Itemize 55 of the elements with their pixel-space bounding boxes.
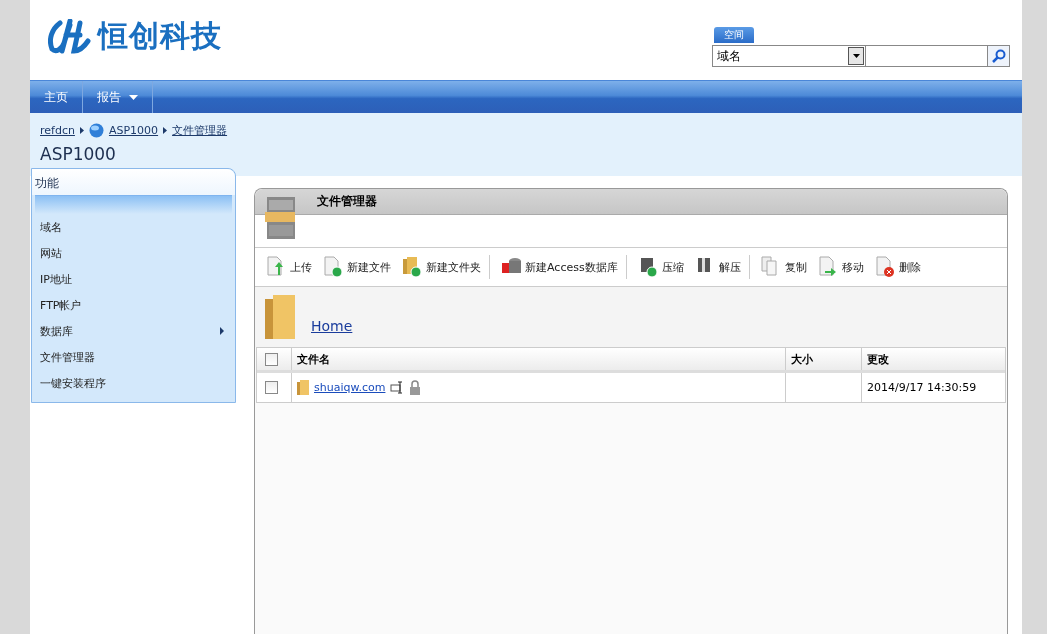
sidebar-item-label: IP地址 [40,271,72,287]
search-icon [991,49,1006,63]
breadcrumb-link[interactable]: 文件管理器 [172,123,228,138]
toolbar-button[interactable]: 解压 [689,255,745,279]
toolbar-button[interactable]: 移动 [812,255,868,279]
search-button[interactable] [988,45,1010,67]
sidebar-item[interactable]: 网站 [35,240,232,266]
logo-icon [48,18,92,55]
panel-title: 文件管理器 [317,193,377,210]
toolbar-button[interactable]: 复制 [755,255,811,279]
chevron-icon [79,127,84,134]
toolbar-button[interactable]: 压缩 [632,255,688,279]
toolbar-button[interactable]: 新建文件夹 [397,255,485,279]
sidebar-item-label: 文件管理器 [40,349,95,365]
column-header: 文件名 [297,351,330,367]
delete-icon [873,255,896,279]
sidebar-item[interactable]: 域名 [35,214,232,240]
new-folder-icon [401,255,423,279]
page-title: ASP1000 [40,144,117,164]
globe-icon [88,123,104,138]
checkbox[interactable] [265,352,278,366]
toolbar-button[interactable]: 新建文件 [318,255,395,279]
sidebar-item-label: 网站 [40,245,62,261]
sidebar-item-label: 数据库 [40,323,73,339]
folder-icon [297,380,309,395]
sidebar-item-label: 域名 [40,219,62,235]
lock-icon [409,380,422,395]
new-file-icon [322,255,344,279]
breadcrumb-link[interactable]: refdcn [40,124,75,137]
sidebar-item[interactable]: IP地址 [35,266,232,292]
sidebar-item-label: FTP帐户 [40,297,82,313]
column-header: 大小 [791,351,813,367]
breadcrumb-link[interactable]: ASP1000 [108,124,159,137]
caret-icon [852,54,860,58]
sidebar-item[interactable]: 数据库 [35,318,232,344]
sidebar-item[interactable]: FTP帐户 [35,292,232,318]
search-field[interactable] [866,45,988,67]
toolbar-button[interactable]: 删除 [869,255,925,279]
toolbar-button[interactable]: 上传 [261,255,316,279]
sidebar-item[interactable]: 一键安装程序 [35,370,232,396]
modified-date: 2014/9/17 14:30:59 [867,381,977,394]
search-label: 空间 [714,27,754,43]
column-header: 更改 [867,351,889,367]
sidebar-item[interactable]: 文件管理器 [35,344,232,370]
file-link[interactable]: shuaiqw.com [314,381,386,394]
checkbox[interactable] [265,381,278,394]
toolbar-button[interactable]: 新建Access数据库 [496,255,622,279]
sidebar-title: 功能 [32,169,235,195]
logo-text: 恒创科技 [98,17,222,55]
space-select[interactable]: 域名 [712,45,866,67]
rename-icon [390,381,405,394]
chevron-icon [163,127,168,134]
sidebar-item-label: 一键安装程序 [40,375,106,391]
folder-icon [263,293,297,341]
folder-link[interactable]: Home [311,318,353,334]
